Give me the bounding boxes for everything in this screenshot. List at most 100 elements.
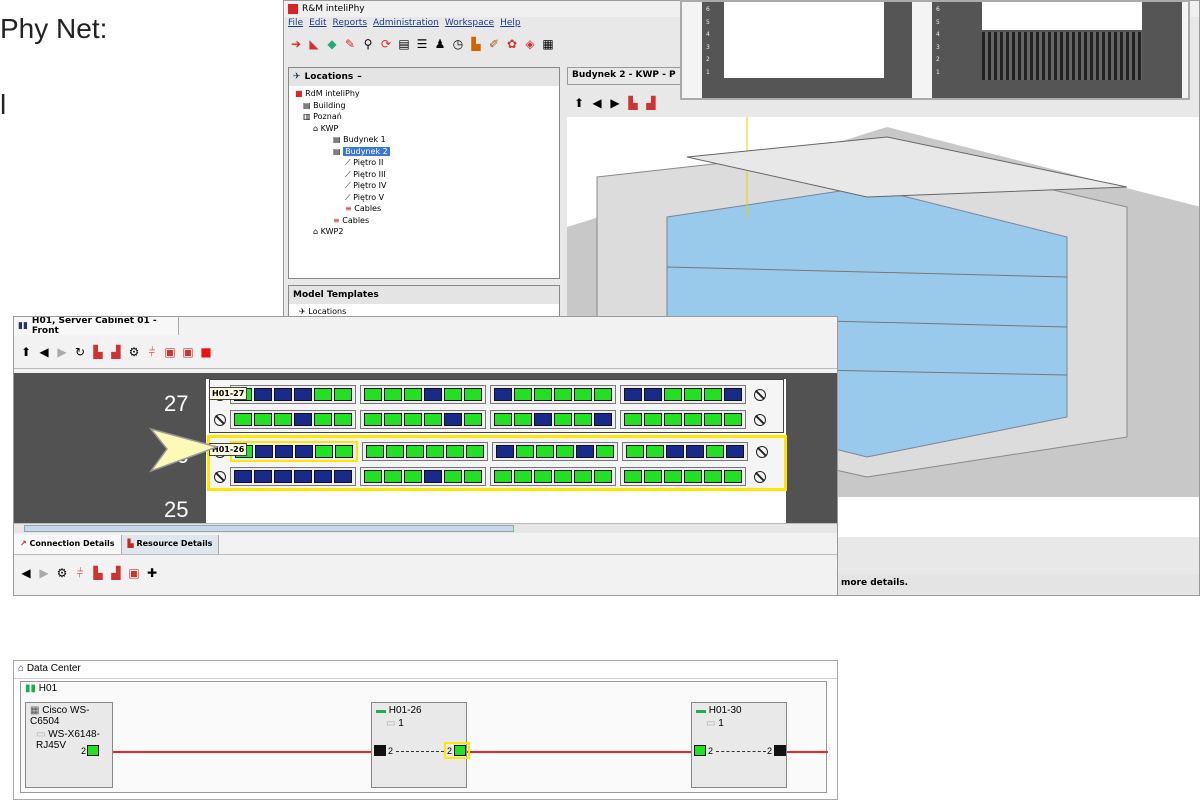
port[interactable] (704, 413, 722, 426)
port[interactable] (534, 388, 552, 401)
port[interactable] (624, 413, 642, 426)
back-icon[interactable]: ◀ (589, 95, 605, 111)
port[interactable] (254, 388, 272, 401)
edit-icon[interactable]: ✐ (486, 36, 502, 52)
port[interactable] (255, 445, 273, 458)
panel-icon[interactable]: ▣ (126, 565, 142, 581)
minimize-button[interactable]: – (357, 72, 362, 82)
port[interactable] (386, 445, 404, 458)
refresh-icon[interactable]: ⟳ (378, 36, 394, 52)
port[interactable] (384, 413, 402, 426)
tree-item[interactable]: ■ RdM inteliPhy (293, 88, 555, 100)
port[interactable] (594, 413, 612, 426)
panel-card-h01-26[interactable]: ▬ H01-26 ▭ 1 2 2 (371, 702, 470, 788)
port[interactable] (664, 470, 682, 483)
port[interactable] (684, 470, 702, 483)
port[interactable] (594, 470, 612, 483)
port[interactable] (726, 445, 744, 458)
port[interactable] (364, 470, 382, 483)
panel-card-h01-30[interactable]: ▬ H01-30 ▭ 1 2 2 (691, 702, 787, 788)
port[interactable] (384, 388, 402, 401)
port[interactable] (724, 388, 742, 401)
port-icon[interactable]: ⚙ (54, 565, 70, 581)
back-icon[interactable]: ◀ (36, 344, 52, 360)
device-card-cisco[interactable]: ▦ Cisco WS-C6504 ▭ WS-X6148-RJ45V 2 (25, 702, 113, 788)
port[interactable] (446, 445, 464, 458)
split-icon[interactable]: ⫩ (144, 344, 160, 360)
port[interactable] (514, 413, 532, 426)
port[interactable] (664, 388, 682, 401)
port[interactable] (706, 445, 724, 458)
view-icon[interactable]: ▤ (396, 36, 412, 52)
menu-reports[interactable]: Reports (333, 18, 368, 30)
login-icon[interactable]: ➔ (288, 36, 304, 52)
search-icon[interactable]: ⚲ (360, 36, 376, 52)
panel-back-icon[interactable]: ▣ (180, 344, 196, 360)
port[interactable] (294, 413, 312, 426)
reload-icon[interactable]: ↻ (72, 344, 88, 360)
port[interactable] (406, 445, 424, 458)
port[interactable] (516, 445, 534, 458)
port[interactable] (334, 470, 352, 483)
menu-workspace[interactable]: Workspace (445, 18, 494, 30)
port[interactable] (424, 388, 442, 401)
port[interactable] (384, 470, 402, 483)
port[interactable] (644, 388, 662, 401)
port[interactable] (254, 470, 272, 483)
patch-panel-h01-26[interactable] (207, 435, 787, 491)
port[interactable] (626, 445, 644, 458)
port[interactable] (724, 470, 742, 483)
tree-item-selected[interactable]: ▤ Budynek 2 (293, 146, 555, 158)
forward-icon[interactable]: ▶ (36, 565, 52, 581)
port[interactable] (536, 445, 554, 458)
tree-item[interactable]: ⌂ KWP (293, 123, 555, 135)
port[interactable] (534, 413, 552, 426)
port[interactable] (366, 445, 384, 458)
document-icon[interactable]: ▦ (540, 36, 556, 52)
menu-edit[interactable]: Edit (309, 18, 326, 30)
forward-icon[interactable]: ▶ (607, 95, 623, 111)
rack-front-icon[interactable]: ▙ (90, 565, 106, 581)
port[interactable] (554, 413, 572, 426)
port[interactable] (494, 413, 512, 426)
port[interactable] (514, 470, 532, 483)
cabinet-tab[interactable]: ▮▮ H01, Server Cabinet 01 - Front (14, 317, 179, 336)
port[interactable] (554, 388, 572, 401)
port[interactable] (624, 470, 642, 483)
port-icon[interactable]: ⚙ (126, 344, 142, 360)
rack-icon[interactable]: ▙ (625, 95, 641, 111)
port[interactable] (464, 388, 482, 401)
tree-item[interactable]: ⟋ Piętro IV (293, 180, 555, 192)
port[interactable] (686, 445, 704, 458)
scrollbar-thumb[interactable] (24, 525, 514, 532)
tab-connection-details[interactable]: ↗ Connection Details (14, 535, 122, 554)
port[interactable] (534, 470, 552, 483)
user-icon[interactable]: ♟ (432, 36, 448, 52)
port[interactable] (574, 413, 592, 426)
tab-resource-details[interactable]: ▙ Resource Details (121, 535, 220, 554)
panel-port-rear[interactable] (774, 745, 786, 756)
move-icon[interactable]: ◆ (324, 36, 340, 52)
panel-front-icon[interactable]: ▣ (162, 344, 178, 360)
port[interactable] (704, 388, 722, 401)
up-icon[interactable]: ⬆ (18, 344, 34, 360)
tree-item[interactable]: ≡ Cables (293, 203, 555, 215)
select-icon[interactable]: ◣ (306, 36, 322, 52)
panel-port-front[interactable] (694, 745, 706, 756)
port[interactable] (315, 445, 333, 458)
port[interactable] (404, 388, 422, 401)
port[interactable] (294, 388, 312, 401)
port[interactable] (234, 413, 252, 426)
add-icon[interactable]: ✚ (144, 565, 160, 581)
port[interactable] (574, 470, 592, 483)
port[interactable] (334, 413, 352, 426)
horizontal-scrollbar[interactable] (14, 523, 837, 533)
port[interactable] (466, 445, 484, 458)
port[interactable] (314, 388, 332, 401)
port[interactable] (554, 470, 572, 483)
back-icon[interactable]: ◀ (18, 565, 34, 581)
cable-icon[interactable]: ■ (198, 344, 214, 360)
port[interactable] (596, 445, 614, 458)
port[interactable] (234, 470, 252, 483)
menu-administration[interactable]: Administration (373, 18, 439, 30)
